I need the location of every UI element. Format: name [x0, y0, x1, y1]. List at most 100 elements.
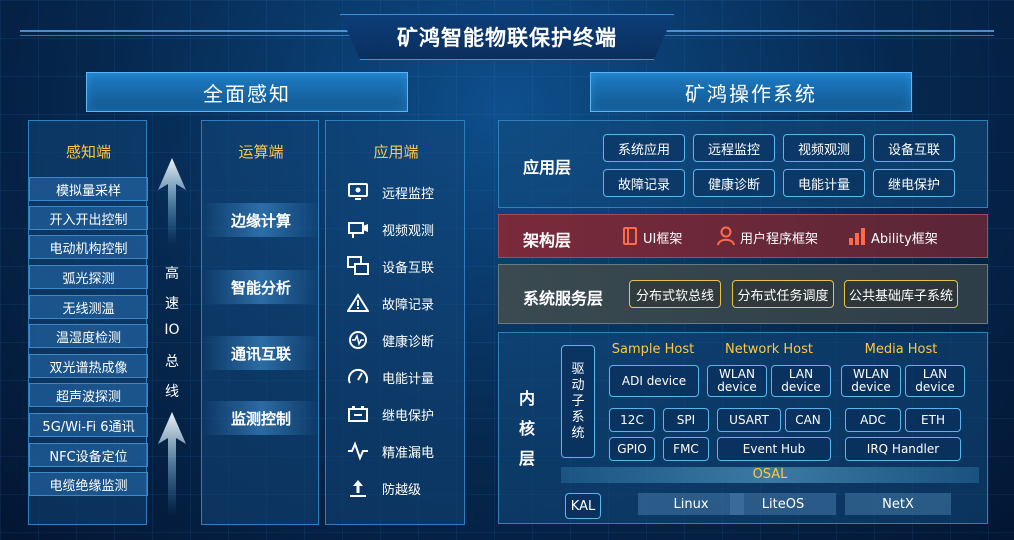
sensing-item: 温湿度检测 — [29, 324, 148, 348]
compute-item: 通讯互联 — [202, 336, 320, 370]
app-item-video: 视频观测 — [346, 216, 456, 242]
app-item-remote-monitor: 远程监控 — [346, 179, 456, 205]
sensing-column: 感知端 模拟量采样 开入开出控制 电动机构控制 弧光探测 无线测温 温湿度检测 … — [28, 120, 148, 525]
service-layer: 系统服务层 分布式软总线 分布式任务调度 公共基础库子系统 — [498, 264, 988, 324]
app-item-label: 精准漏电 — [382, 445, 435, 461]
bus-can: CAN — [785, 408, 831, 432]
service-layer-title: 系统服务层 — [523, 289, 604, 308]
kernel-title-char: 层 — [519, 449, 536, 468]
sensing-item: 无线测温 — [29, 295, 148, 319]
left-section-header: 全面感知 — [86, 72, 408, 112]
app-layer-item: 视频观测 — [783, 134, 865, 162]
app-item-label: 电能计量 — [382, 371, 435, 387]
bus-fmc: FMC — [663, 437, 709, 461]
page-title: 矿鸿智能物联保护终端 — [340, 14, 674, 60]
arrow-up-icon — [158, 412, 186, 515]
sensing-item: 电动机构控制 — [29, 235, 148, 259]
bus-spi: SPI — [663, 408, 709, 432]
sensing-item: 开入开出控制 — [29, 206, 148, 230]
compute-item: 监测控制 — [202, 401, 320, 435]
host-label-network: Network Host — [724, 342, 813, 357]
sensing-item: 5G/Wi-Fi 6通讯 — [29, 413, 148, 437]
sensing-item: 双光谱热成像 — [29, 354, 148, 378]
io-bus-char: IO — [164, 322, 180, 338]
right-section-header: 矿鸿操作系统 — [590, 72, 912, 112]
monitor-icon — [346, 180, 370, 204]
app-layer-item: 继电保护 — [873, 169, 955, 197]
bus-usart: USART — [717, 408, 781, 432]
service-item: 公共基础库子系统 — [844, 280, 958, 308]
sensing-item: 模拟量采样 — [29, 177, 148, 201]
app-layer-item: 健康诊断 — [693, 169, 775, 197]
interconnect-icon — [346, 254, 370, 278]
app-item-label: 远程监控 — [382, 186, 435, 202]
app-item-health: 健康诊断 — [346, 327, 456, 353]
bar-chart-icon — [848, 226, 866, 250]
title-wing-left — [20, 30, 350, 36]
health-icon — [346, 328, 370, 352]
app-layer-item: 系统应用 — [603, 134, 685, 162]
upload-icon — [346, 476, 370, 500]
app-item-label: 健康诊断 — [382, 334, 435, 350]
framework-item: 用户程序框架 — [740, 232, 819, 247]
sensing-item: 弧光探测 — [29, 265, 148, 289]
host-label-sample: Sample Host — [611, 342, 695, 357]
kernel-netx: NetX — [845, 493, 951, 515]
app-column: 应用端 远程监控 视频观测 设备互联 故障记录 健康诊断 电能计量 继电保护 精… — [325, 120, 465, 525]
compute-item: 边缘计算 — [202, 203, 320, 237]
lan-device-media: LAN device — [905, 365, 965, 397]
io-bus-char: 总 — [165, 354, 179, 370]
event-hub: Event Hub — [717, 437, 831, 461]
app-item-label: 防越级 — [382, 482, 422, 498]
title-wing-right — [664, 30, 994, 36]
adi-device: ADI device — [609, 365, 699, 397]
framework-item: UI框架 — [643, 232, 683, 247]
sensing-title: 感知端 — [65, 143, 111, 161]
host-label-media: Media Host — [864, 342, 938, 357]
arrow-up-icon — [158, 158, 186, 245]
sensing-item: NFC设备定位 — [29, 443, 148, 467]
relay-icon — [346, 402, 370, 426]
driver-subsystem: 驱动子系统 — [561, 345, 595, 458]
bus-gpio: GPIO — [609, 437, 655, 461]
io-bus-arrows — [158, 158, 186, 515]
warning-icon — [346, 291, 370, 315]
app-item-label: 继电保护 — [382, 408, 435, 424]
bus-12c: 12C — [609, 408, 655, 432]
compute-column: 运算端 边缘计算 智能分析 通讯互联 监测控制 — [201, 120, 320, 525]
kal-box: KAL — [565, 493, 601, 519]
leakage-icon — [346, 439, 370, 463]
kernel-title-char: 核 — [519, 419, 536, 438]
app-layer-item: 故障记录 — [603, 169, 685, 197]
user-icon — [717, 226, 735, 250]
app-layer-item: 电能计量 — [783, 169, 865, 197]
bus-eth: ETH — [905, 408, 961, 432]
app-item-label: 设备互联 — [382, 260, 435, 276]
kernel-title-char: 内 — [519, 389, 536, 408]
service-item: 分布式软总线 — [629, 280, 721, 308]
framework-layer-title: 架构层 — [523, 231, 572, 250]
app-layer-item: 设备互联 — [873, 134, 955, 162]
app-layer: 应用层 系统应用 远程监控 视频观测 设备互联 故障记录 健康诊断 电能计量 继… — [498, 120, 988, 208]
io-bus-char: 线 — [165, 384, 179, 400]
wlan-device: WLAN device — [707, 365, 767, 397]
app-layer-title: 应用层 — [523, 158, 572, 177]
compute-item: 智能分析 — [202, 270, 320, 304]
irq-handler: IRQ Handler — [845, 437, 961, 461]
sensing-item: 电缆绝缘监测 — [29, 472, 148, 496]
app-item-relay: 继电保护 — [346, 401, 456, 427]
bus-adc: ADC — [845, 408, 901, 432]
io-bus-char: 高 — [165, 266, 179, 282]
app-item-anti-overstep: 防越级 — [346, 475, 456, 501]
osal-bar: OSAL — [561, 467, 979, 483]
kernel-layer: 内 核 层 驱动子系统 Sample Host Network Host Med… — [498, 332, 988, 524]
app-item-label: 视频观测 — [382, 223, 435, 239]
service-item: 分布式任务调度 — [732, 280, 834, 308]
compute-title: 运算端 — [238, 143, 284, 161]
wlan-device-media: WLAN device — [841, 365, 901, 397]
app-layer-item: 远程监控 — [693, 134, 775, 162]
lan-device: LAN device — [771, 365, 831, 397]
framework-layer: 架构层 UI框架 用户程序框架 Ability框架 — [498, 214, 988, 258]
app-item-metering: 电能计量 — [346, 364, 456, 390]
gauge-icon — [346, 365, 370, 389]
